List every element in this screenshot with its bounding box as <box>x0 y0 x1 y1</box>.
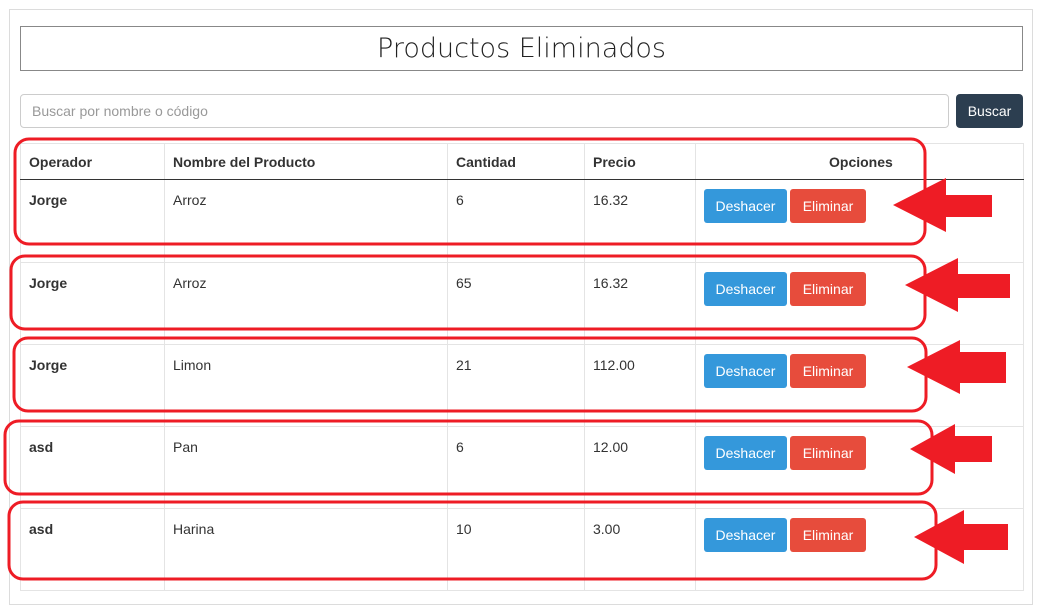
cell-cantidad: 65 <box>447 262 585 345</box>
cell-precio: 3.00 <box>584 508 696 591</box>
header-producto: Nombre del Producto <box>164 143 448 180</box>
header-precio: Precio <box>584 143 696 180</box>
cell-precio: 16.32 <box>584 179 696 263</box>
cell-operador: Jorge <box>20 179 165 263</box>
undo-button[interactable]: Deshacer <box>704 436 787 470</box>
delete-button[interactable]: Eliminar <box>790 272 866 306</box>
table-row: asd Harina 10 3.00 Deshacer Eliminar <box>20 508 1024 591</box>
delete-button[interactable]: Eliminar <box>790 189 866 223</box>
header-cantidad: Cantidad <box>447 143 585 180</box>
undo-button[interactable]: Deshacer <box>704 518 787 552</box>
cell-operador: Jorge <box>20 262 165 345</box>
cell-operador: Jorge <box>20 344 165 427</box>
cell-producto: Arroz <box>164 179 448 263</box>
cell-opciones: Deshacer Eliminar <box>695 344 1024 427</box>
cell-operador: asd <box>20 508 165 591</box>
search-button[interactable]: Buscar <box>956 94 1023 128</box>
page-title: Productos Eliminados <box>20 26 1023 71</box>
cell-precio: 112.00 <box>584 344 696 427</box>
cell-producto: Limon <box>164 344 448 427</box>
cell-precio: 16.32 <box>584 262 696 345</box>
cell-opciones: Deshacer Eliminar <box>695 426 1024 509</box>
cell-cantidad: 21 <box>447 344 585 427</box>
undo-button[interactable]: Deshacer <box>704 189 787 223</box>
cell-cantidad: 10 <box>447 508 585 591</box>
cell-operador: asd <box>20 426 165 509</box>
table-row: Jorge Limon 21 112.00 Deshacer Eliminar <box>20 344 1024 427</box>
cell-opciones: Deshacer Eliminar <box>695 262 1024 345</box>
search-input[interactable] <box>20 94 949 128</box>
table-row: asd Pan 6 12.00 Deshacer Eliminar <box>20 426 1024 509</box>
header-opciones: Opciones <box>695 143 1024 180</box>
delete-button[interactable]: Eliminar <box>790 436 866 470</box>
cell-precio: 12.00 <box>584 426 696 509</box>
deleted-products-table: Operador Nombre del Producto Cantidad Pr… <box>20 143 1024 591</box>
cell-producto: Pan <box>164 426 448 509</box>
table-row: Jorge Arroz 6 16.32 Deshacer Eliminar <box>20 179 1024 263</box>
table-header-row: Operador Nombre del Producto Cantidad Pr… <box>20 143 1024 180</box>
header-operador: Operador <box>20 143 165 180</box>
cell-producto: Harina <box>164 508 448 591</box>
cell-producto: Arroz <box>164 262 448 345</box>
delete-button[interactable]: Eliminar <box>790 354 866 388</box>
cell-cantidad: 6 <box>447 179 585 263</box>
table-row: Jorge Arroz 65 16.32 Deshacer Eliminar <box>20 262 1024 345</box>
undo-button[interactable]: Deshacer <box>704 272 787 306</box>
cell-opciones: Deshacer Eliminar <box>695 179 1024 263</box>
cell-cantidad: 6 <box>447 426 585 509</box>
delete-button[interactable]: Eliminar <box>790 518 866 552</box>
undo-button[interactable]: Deshacer <box>704 354 787 388</box>
cell-opciones: Deshacer Eliminar <box>695 508 1024 591</box>
